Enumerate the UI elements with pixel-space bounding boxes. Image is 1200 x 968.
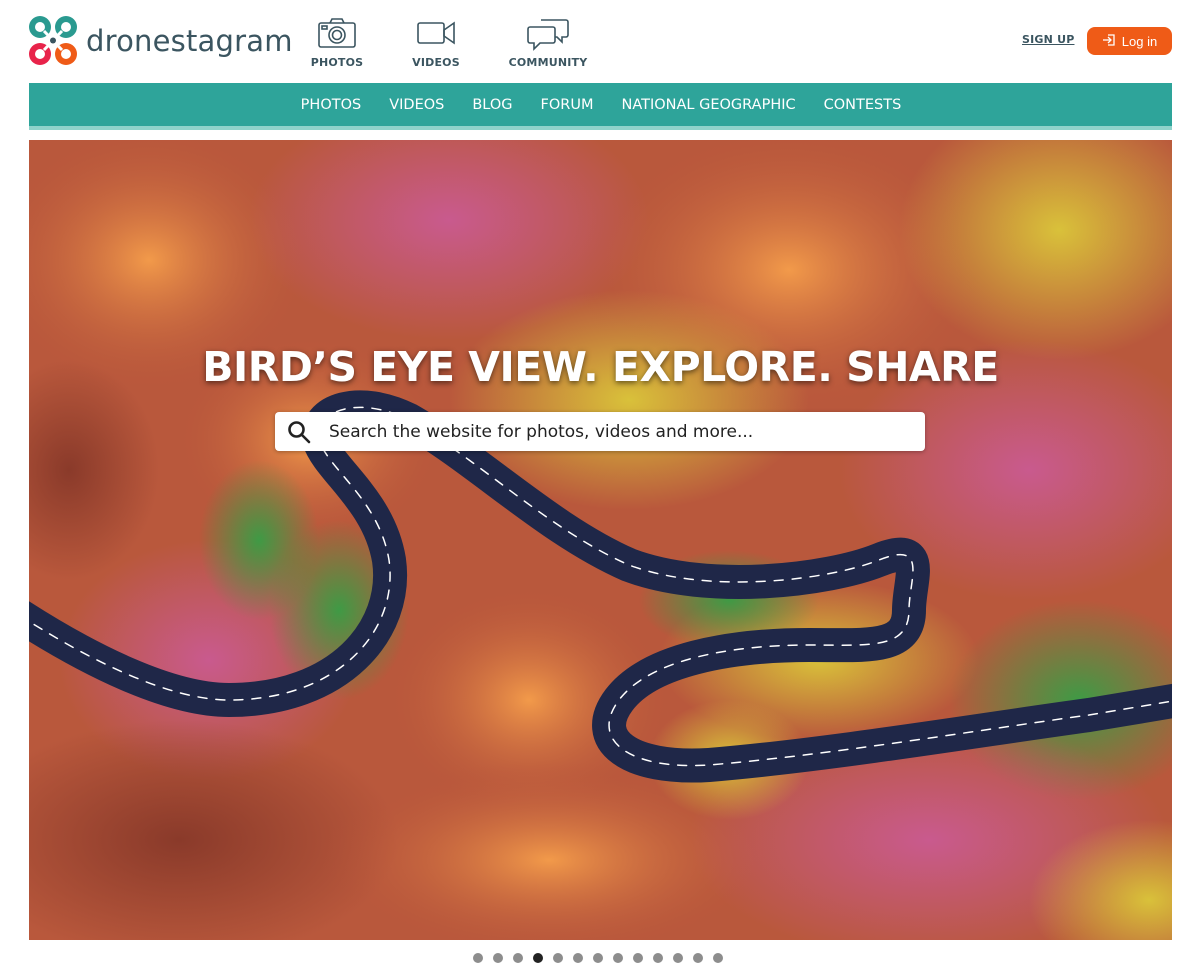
- topnav-photos[interactable]: PHOTOS: [310, 14, 364, 69]
- video-camera-icon: [417, 14, 455, 52]
- carousel-dot-3[interactable]: [513, 953, 523, 963]
- log-in-label: Log in: [1121, 33, 1158, 49]
- hero-search-input[interactable]: [329, 421, 909, 442]
- sign-up-link[interactable]: SIGN UP: [1022, 33, 1074, 46]
- topnav-community-label: COMMUNITY: [508, 56, 588, 69]
- mainnav-forum[interactable]: FORUM: [541, 97, 594, 113]
- topnav-videos[interactable]: VIDEOS: [412, 14, 460, 69]
- carousel-dot-9[interactable]: [633, 953, 643, 963]
- chat-bubbles-icon: [527, 14, 569, 52]
- site-header: dronestagram PHOTOS VIDEOS COMMUNITY SIG…: [0, 0, 1200, 83]
- hero-search-bar[interactable]: [275, 412, 925, 451]
- carousel-dot-12[interactable]: [693, 953, 703, 963]
- main-nav-bar: PHOTOS VIDEOS BLOG FORUM NATIONAL GEOGRA…: [29, 83, 1172, 130]
- mainnav-contests[interactable]: CONTESTS: [824, 97, 902, 113]
- hero-banner: BIRD’S EYE VIEW. EXPLORE. SHARE: [29, 140, 1172, 940]
- mainnav-blog[interactable]: BLOG: [472, 97, 512, 113]
- carousel-dot-13[interactable]: [713, 953, 723, 963]
- topnav-photos-label: PHOTOS: [310, 56, 364, 69]
- login-icon: [1102, 33, 1115, 49]
- carousel-dot-1[interactable]: [473, 953, 483, 963]
- brand-name: dronestagram: [86, 24, 293, 58]
- mainnav-videos[interactable]: VIDEOS: [389, 97, 444, 113]
- carousel-dot-10[interactable]: [653, 953, 663, 963]
- carousel-dot-6[interactable]: [573, 953, 583, 963]
- topnav-videos-label: VIDEOS: [412, 56, 460, 69]
- carousel-dot-5[interactable]: [553, 953, 563, 963]
- carousel-dot-7[interactable]: [593, 953, 603, 963]
- carousel-pagination: [473, 953, 723, 963]
- hero-headline: BIRD’S EYE VIEW. EXPLORE. SHARE: [202, 343, 999, 391]
- carousel-dot-4[interactable]: [533, 953, 543, 963]
- dronestagram-logo-icon: [28, 15, 78, 67]
- mainnav-national-geographic[interactable]: NATIONAL GEOGRAPHIC: [621, 97, 795, 113]
- log-in-button[interactable]: Log in: [1087, 27, 1172, 55]
- carousel-dot-11[interactable]: [673, 953, 683, 963]
- mainnav-photos[interactable]: PHOTOS: [301, 97, 362, 113]
- topnav-community[interactable]: COMMUNITY: [508, 14, 588, 69]
- hero-image: [29, 140, 1172, 940]
- carousel-dot-8[interactable]: [613, 953, 623, 963]
- brand-logo[interactable]: dronestagram: [28, 15, 293, 67]
- camera-icon: [318, 14, 356, 52]
- carousel-dot-2[interactable]: [493, 953, 503, 963]
- search-icon[interactable]: [275, 412, 323, 451]
